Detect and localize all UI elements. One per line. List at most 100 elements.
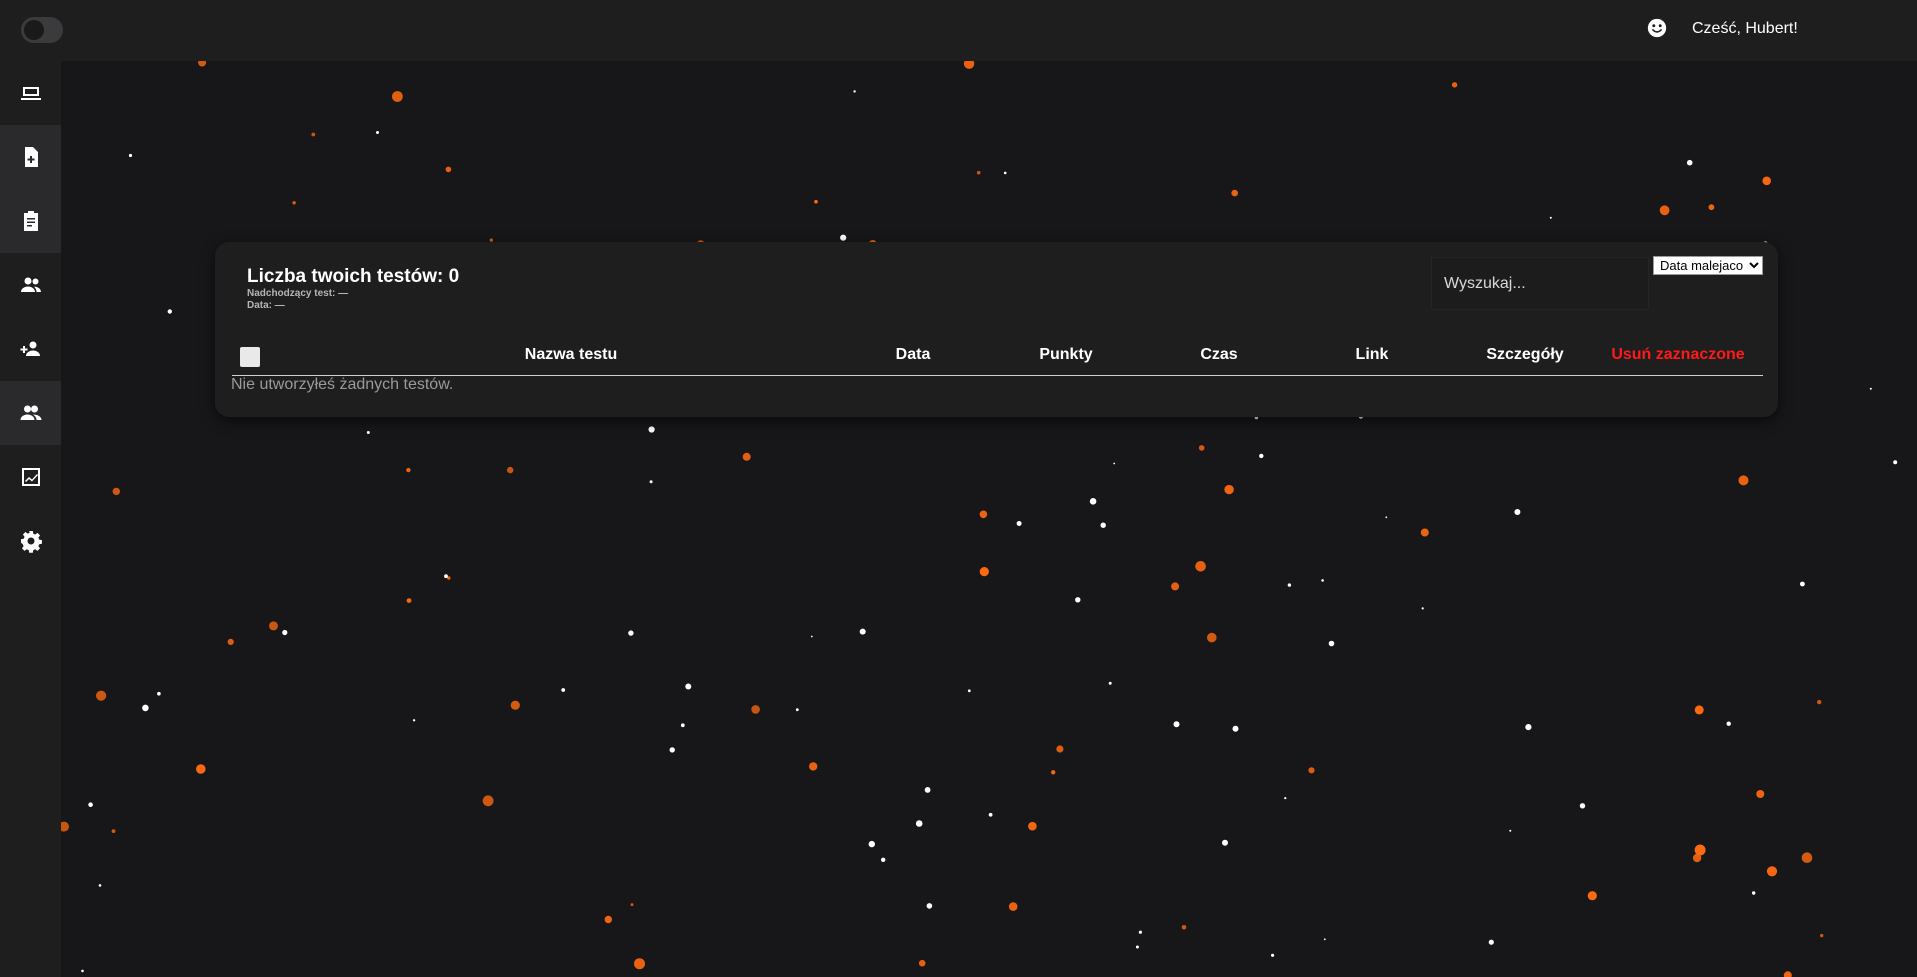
star-dot bbox=[1525, 724, 1532, 731]
star-dot bbox=[1051, 770, 1056, 775]
star-dot bbox=[1488, 939, 1494, 945]
star-dot bbox=[810, 635, 813, 638]
star-dot bbox=[1738, 475, 1749, 486]
star-dot bbox=[227, 638, 234, 646]
star-dot bbox=[96, 690, 107, 701]
star-dot bbox=[1321, 579, 1324, 582]
star-dot bbox=[859, 628, 866, 635]
star-dot bbox=[482, 795, 494, 807]
column-header-link: Link bbox=[1355, 346, 1389, 363]
star-dot bbox=[1028, 821, 1037, 831]
star-dot bbox=[751, 705, 760, 714]
star-dot bbox=[1008, 902, 1018, 911]
sidebar-item-statistics[interactable] bbox=[0, 445, 61, 509]
star-dot bbox=[1762, 176, 1771, 186]
star-dot bbox=[630, 903, 634, 907]
star-dot bbox=[1207, 632, 1217, 643]
star-dot bbox=[649, 480, 653, 484]
upcoming-test: Nadchodzący test: — bbox=[247, 288, 349, 299]
star-dot bbox=[628, 630, 634, 636]
star-dot bbox=[406, 467, 411, 473]
sidebar-item-settings[interactable] bbox=[0, 509, 61, 573]
star-dot bbox=[1056, 745, 1064, 753]
star-dot bbox=[1451, 82, 1458, 88]
star-dot bbox=[167, 309, 172, 314]
star-dot bbox=[1893, 460, 1898, 465]
sidebar-item-create-test[interactable] bbox=[0, 125, 61, 189]
star-dot bbox=[1549, 216, 1552, 219]
star-dot bbox=[1287, 583, 1292, 587]
star-dot bbox=[814, 199, 818, 204]
theme-toggle[interactable] bbox=[21, 17, 63, 43]
star-dot bbox=[111, 829, 116, 833]
star-dot bbox=[1692, 853, 1702, 863]
star-dot bbox=[1579, 803, 1586, 809]
tests-count-title: Liczba twoich testów: 0 bbox=[247, 266, 460, 287]
star-dot bbox=[1783, 971, 1792, 977]
star-dot bbox=[979, 510, 988, 519]
star-dot bbox=[292, 201, 296, 205]
star-dot bbox=[853, 90, 856, 93]
laptop-icon bbox=[20, 87, 41, 100]
clipboard-icon bbox=[23, 211, 38, 231]
starfield-background bbox=[61, 61, 1898, 977]
sidebar-item-add-user[interactable] bbox=[0, 317, 61, 381]
star-dot bbox=[376, 131, 379, 134]
star-dot bbox=[128, 153, 133, 158]
star-dot bbox=[1173, 721, 1180, 728]
star-dot bbox=[1385, 516, 1388, 519]
star-dot bbox=[1587, 891, 1597, 901]
delete-selected-button[interactable]: Usuń zaznaczone bbox=[1611, 346, 1744, 364]
column-header-name: Nazwa testu bbox=[524, 346, 618, 363]
star-dot bbox=[142, 704, 149, 712]
sidebar bbox=[0, 61, 61, 977]
star-dot bbox=[1222, 839, 1228, 846]
star-dot bbox=[1820, 933, 1824, 938]
star-dot bbox=[634, 958, 645, 970]
star-dot bbox=[1138, 930, 1142, 934]
star-dot bbox=[1075, 597, 1081, 603]
people-icon bbox=[20, 405, 41, 420]
select-all-checkbox[interactable] bbox=[240, 347, 260, 367]
star-dot bbox=[406, 598, 412, 603]
column-header-points: Punkty bbox=[1039, 346, 1093, 363]
star-dot bbox=[1686, 159, 1693, 166]
star-dot bbox=[88, 802, 93, 807]
star-dot bbox=[1817, 699, 1822, 705]
empty-state-message: Nie utworzyłeś żadnych testów. bbox=[231, 376, 454, 393]
star-dot bbox=[444, 574, 448, 579]
star-dot bbox=[795, 708, 799, 712]
star-dot bbox=[742, 452, 751, 461]
sort-select[interactable]: Data malejaco bbox=[1653, 256, 1763, 275]
star-dot bbox=[282, 629, 288, 636]
star-dot bbox=[924, 787, 931, 793]
star-dot bbox=[1232, 725, 1239, 732]
column-header-date: Data bbox=[895, 346, 931, 363]
star-dot bbox=[1801, 852, 1813, 863]
star-dot bbox=[1100, 522, 1106, 528]
star-dot bbox=[1089, 498, 1097, 505]
star-dot bbox=[1135, 945, 1139, 949]
star-dot bbox=[1756, 790, 1765, 798]
star-dot bbox=[507, 466, 514, 474]
top-bar: Cześć, Hubert! bbox=[0, 0, 1917, 61]
smiley-icon[interactable] bbox=[1646, 17, 1668, 39]
search-input[interactable] bbox=[1431, 257, 1649, 310]
star-dot bbox=[1181, 925, 1187, 930]
star-dot bbox=[112, 487, 120, 496]
upcoming-date: Data: — bbox=[247, 300, 285, 311]
sidebar-item-groups[interactable] bbox=[0, 253, 61, 317]
sidebar-item-students[interactable] bbox=[0, 381, 61, 445]
star-dot bbox=[1726, 721, 1731, 726]
star-dot bbox=[669, 747, 675, 753]
star-dot bbox=[1003, 171, 1007, 175]
star-dot bbox=[366, 431, 370, 434]
star-dot bbox=[963, 61, 975, 69]
sidebar-item-dashboard[interactable] bbox=[0, 61, 61, 125]
sidebar-item-tests[interactable] bbox=[0, 189, 61, 253]
gear-icon bbox=[20, 531, 42, 553]
user-greeting: Cześć, Hubert! bbox=[1692, 20, 1798, 37]
column-header-time: Czas bbox=[1200, 346, 1238, 363]
star-dot bbox=[510, 700, 520, 710]
star-dot bbox=[1113, 462, 1116, 465]
